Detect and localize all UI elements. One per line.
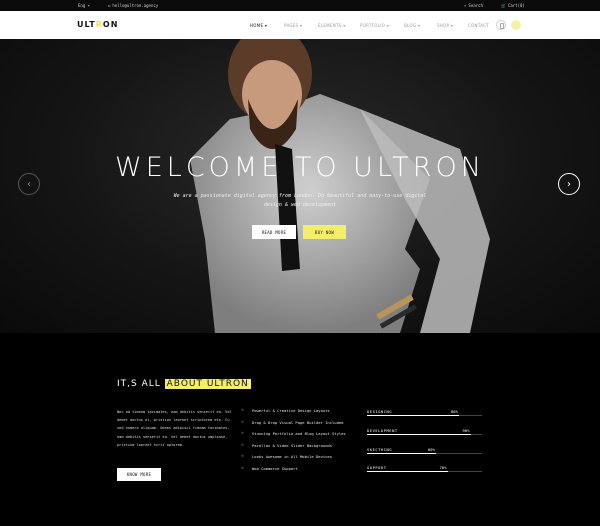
skill-name: DEVELOPMENT (367, 428, 398, 433)
slider-next-button[interactable]: › (558, 173, 580, 195)
logo-accent: R (95, 20, 103, 29)
logo[interactable]: ULTRON (77, 20, 118, 29)
know-more-button[interactable]: KNOW MORE (117, 468, 161, 481)
read-more-button[interactable]: READ MORE (252, 225, 296, 239)
skill-bar: SKECTHING 60% (367, 447, 482, 457)
chevron-right-icon: › (567, 178, 571, 190)
skill-percent: 70% (439, 465, 447, 470)
account-icon[interactable] (496, 20, 506, 30)
mail-icon: ✉ (108, 3, 111, 8)
about-heading: IT,S ALL ABOUT ULTRON (117, 379, 251, 389)
top-bar: Eng ▾ ✉ hello@ultron.agency ⌕ Search 🛒 Cart… (0, 0, 600, 11)
skill-fill (367, 434, 471, 435)
skill-name: SKECTHING (367, 447, 393, 452)
search-icon: ⌕ (464, 3, 467, 8)
bag-icon[interactable] (511, 20, 521, 30)
skill-bar: DEVELOPMENT 90% (367, 428, 482, 438)
skill-fill (367, 471, 448, 472)
star-icon: ☆ (241, 430, 245, 436)
nav-item-elements[interactable]: ELEMENTS ▾ (318, 23, 346, 28)
search-link[interactable]: ⌕ Search (464, 3, 483, 8)
skill-bar: SUPPORT 70% (367, 465, 482, 475)
search-label: Search (468, 3, 483, 8)
feature-text: Stunning Portfolio and Blog Layout Style… (252, 431, 346, 436)
nav-item-contact[interactable]: CONTACT (468, 23, 489, 28)
feature-text: Parallax & Video Slider Backgrounds (252, 442, 333, 448)
skill-percent: 90% (462, 428, 470, 433)
about-heading-prefix: IT,S ALL (117, 379, 165, 389)
skill-name: DESIGNING (367, 409, 393, 414)
main-header: ULTRON HOME ▾ PAGES ▾ ELEMENTS ▾ PORTFOL… (0, 11, 600, 39)
email-link[interactable]: ✉ hello@ultron.agency (108, 3, 158, 8)
skill-bar: DESIGNING 80% (367, 409, 482, 419)
buy-now-button[interactable]: BUY NOW (303, 225, 346, 239)
about-heading-highlight: ABOUT ULTRON (164, 379, 251, 389)
logo-part: ULT (77, 20, 96, 29)
hero-background-image (190, 39, 490, 333)
feature-text: Woo Commerce Support (252, 465, 298, 471)
hero-subtitle: We are a passionate digital agency from … (173, 193, 427, 208)
nav-item-shop[interactable]: SHOP ▾ (437, 23, 453, 28)
feature-text: Drag & Drop Visual Page Builder Included (252, 419, 344, 425)
cart-icon: 🛒 (501, 3, 506, 8)
slider-prev-button[interactable]: ‹ (18, 173, 40, 195)
hero-title: WELCOME TO ULTRON (115, 152, 485, 183)
hero-slider: WELCOME TO ULTRON We are a passionate di… (0, 39, 600, 333)
cart-label: Cart(0) (507, 3, 525, 8)
nav-item-portfolio[interactable]: PORTFOLIO ▾ (360, 23, 389, 28)
star-icon: ☆ (241, 407, 245, 413)
skill-fill (367, 453, 436, 454)
skill-fill (367, 415, 459, 416)
feature-text: Looks Awesome in All Mobile Devices (252, 454, 333, 459)
nav-item-home[interactable]: HOME ▾ (250, 23, 267, 28)
nav-item-blog[interactable]: BLOG ▾ (404, 23, 420, 28)
star-icon: ☆ (241, 418, 245, 425)
language-label: Eng (78, 3, 86, 8)
skill-name: SUPPORT (367, 465, 387, 470)
star-icon: ☆ (241, 453, 245, 459)
logo-part: ON (102, 20, 119, 29)
cart-link[interactable]: 🛒 Cart(0) (501, 3, 525, 8)
skill-percent: 80% (451, 409, 458, 414)
star-icon: ☆ (241, 464, 245, 471)
feature-text: Powerful & Creative Design Layouts (252, 408, 330, 413)
about-paragraph: Nec ad timeam tacimates, eam debitis sen… (117, 410, 232, 447)
language-selector[interactable]: Eng ▾ (78, 3, 90, 8)
skill-percent: 60% (428, 447, 435, 452)
nav-item-pages[interactable]: PAGES ▾ (284, 23, 302, 28)
chevron-left-icon: ‹ (27, 178, 31, 190)
email-text: hello@ultron.agency (112, 3, 159, 8)
star-icon: ☆ (241, 441, 245, 448)
